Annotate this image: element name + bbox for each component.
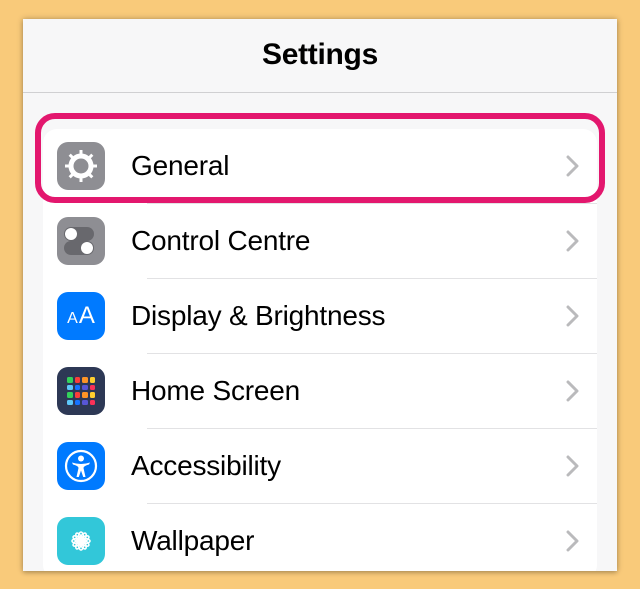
row-label: General <box>131 150 566 182</box>
gear-icon <box>57 142 105 190</box>
page-title: Settings <box>262 38 378 72</box>
app-grid-icon <box>57 367 105 415</box>
row-control-centre[interactable]: Control Centre <box>43 204 597 279</box>
settings-window: Settings <box>23 19 617 571</box>
row-home-screen[interactable]: Home Screen <box>43 354 597 429</box>
chevron-right-icon <box>566 455 579 477</box>
aa-icon: AA <box>57 292 105 340</box>
chevron-right-icon <box>566 155 579 177</box>
flower-icon <box>57 517 105 565</box>
chevron-right-icon <box>566 380 579 402</box>
row-accessibility[interactable]: Accessibility <box>43 429 597 504</box>
row-display-brightness[interactable]: AA Display & Brightness <box>43 279 597 354</box>
row-label: Accessibility <box>131 450 566 482</box>
accessibility-body-icon <box>57 442 105 490</box>
toggles-icon <box>57 217 105 265</box>
row-general[interactable]: General <box>43 129 597 204</box>
row-wallpaper[interactable]: Wallpaper <box>43 504 597 571</box>
header: Settings <box>23 19 617 93</box>
row-label: Display & Brightness <box>131 300 566 332</box>
chevron-right-icon <box>566 530 579 552</box>
chevron-right-icon <box>566 305 579 327</box>
row-label: Wallpaper <box>131 525 566 557</box>
row-label: Home Screen <box>131 375 566 407</box>
settings-group: General Control Centre AA Display & Brig… <box>43 129 597 571</box>
chevron-right-icon <box>566 230 579 252</box>
row-label: Control Centre <box>131 225 566 257</box>
